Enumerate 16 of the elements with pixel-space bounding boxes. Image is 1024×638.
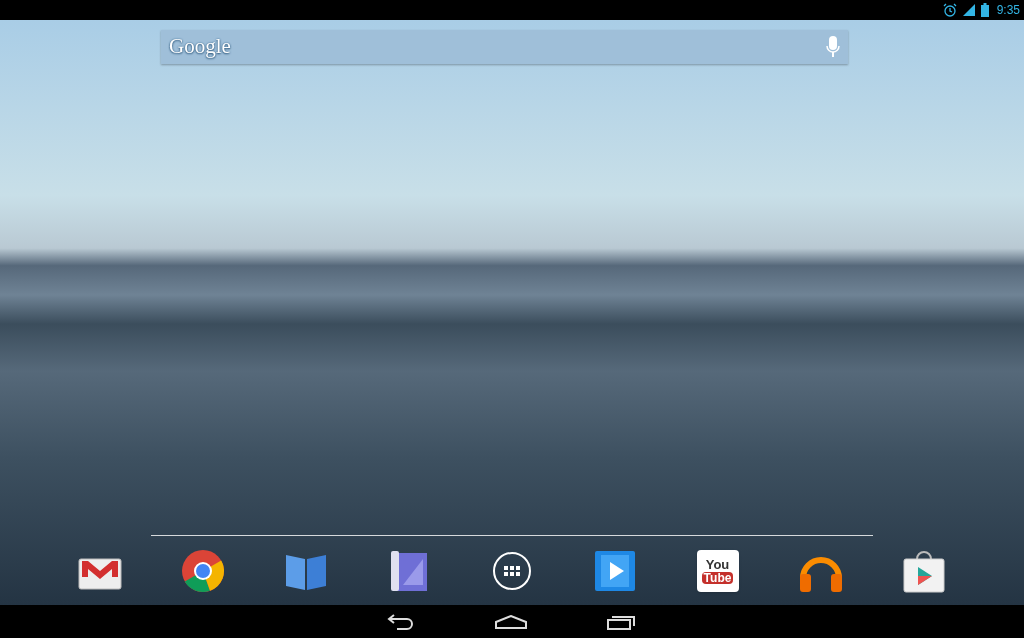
- shopping-bag-icon[interactable]: [902, 548, 945, 593]
- chrome-icon[interactable]: [180, 548, 225, 593]
- app-grid-icon[interactable]: [491, 550, 532, 591]
- magazine-icon[interactable]: [388, 548, 429, 593]
- battery-icon: [980, 3, 989, 17]
- youtube-icon[interactable]: You Tube: [696, 549, 739, 592]
- google-logo: Google: [169, 33, 231, 61]
- logo-text: Tube: [701, 571, 734, 584]
- alarm-clock-icon: [942, 3, 957, 17]
- recent-apps-icon[interactable]: [607, 613, 637, 630]
- signal-icon: [962, 4, 975, 16]
- back-icon[interactable]: [387, 613, 415, 630]
- film-play-icon[interactable]: [593, 549, 636, 592]
- clock-time: 9:35: [996, 2, 1020, 19]
- home-icon[interactable]: [495, 614, 527, 629]
- logo-text: You: [705, 557, 730, 571]
